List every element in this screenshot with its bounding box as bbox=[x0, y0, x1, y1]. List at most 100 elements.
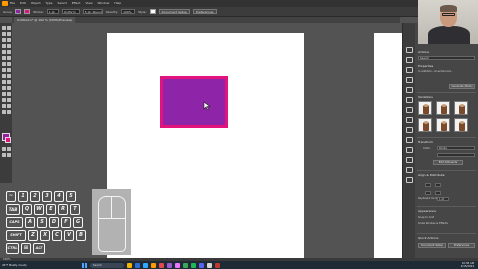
menu-view[interactable]: View bbox=[85, 0, 92, 7]
photoshop-icon[interactable] bbox=[143, 262, 148, 268]
units-dropdown[interactable]: Points bbox=[437, 146, 475, 150]
width-tool-icon[interactable] bbox=[7, 68, 11, 72]
menu-edit[interactable]: Edit bbox=[20, 0, 26, 7]
selection-tool-icon[interactable] bbox=[2, 26, 6, 30]
brushes-panel-icon[interactable] bbox=[406, 97, 413, 103]
layers-panel-icon[interactable] bbox=[406, 57, 413, 63]
spotify-icon[interactable] bbox=[191, 262, 196, 268]
free-transform-tool-icon[interactable] bbox=[2, 74, 6, 78]
system-tray-clock[interactable]: 10:38 AM 2/15/2024 bbox=[461, 262, 474, 268]
variation-thumbnail[interactable] bbox=[436, 101, 450, 115]
pencil-tool-icon[interactable] bbox=[7, 56, 11, 60]
symbols-panel-icon[interactable] bbox=[406, 107, 413, 113]
artboard-tool-icon[interactable] bbox=[7, 98, 11, 102]
fill-color-swatch[interactable] bbox=[15, 9, 22, 14]
after-effects-icon[interactable] bbox=[167, 262, 172, 268]
type-tool-icon[interactable] bbox=[2, 44, 6, 48]
opacity-field[interactable]: 100% bbox=[121, 9, 136, 14]
stroke-color-indicator[interactable] bbox=[5, 137, 11, 143]
menu-type[interactable]: Type bbox=[46, 0, 53, 7]
line-segment-tool-icon[interactable] bbox=[7, 44, 11, 48]
document-setup-panel-button[interactable]: Document Setup bbox=[418, 243, 446, 248]
file-explorer-icon[interactable] bbox=[127, 262, 132, 268]
selected-rectangle[interactable] bbox=[163, 79, 225, 125]
menu-help[interactable]: Help bbox=[114, 0, 121, 7]
variation-thumbnail[interactable] bbox=[436, 118, 450, 132]
zoom-tool-icon[interactable] bbox=[2, 110, 6, 114]
rotate-tool-icon[interactable] bbox=[7, 62, 11, 66]
stroke-panel-icon[interactable] bbox=[406, 117, 413, 123]
menu-file[interactable]: File bbox=[10, 0, 15, 7]
edit-artboards-button[interactable]: Edit Artboards bbox=[433, 160, 463, 165]
swatches-panel-icon[interactable] bbox=[406, 87, 413, 93]
symbol-sprayer-tool-icon[interactable] bbox=[7, 92, 11, 96]
menu-window[interactable]: Window bbox=[98, 0, 110, 7]
align-option[interactable] bbox=[435, 183, 441, 187]
illustrator-taskbar-icon[interactable] bbox=[151, 262, 156, 268]
app-icon[interactable] bbox=[207, 262, 212, 268]
preferences-button[interactable]: Preferences bbox=[192, 9, 217, 14]
graphic-style-swatch[interactable] bbox=[149, 9, 156, 14]
align-option[interactable] bbox=[425, 183, 431, 187]
color-mode-icon[interactable] bbox=[2, 147, 6, 151]
browser-icon[interactable] bbox=[135, 262, 140, 268]
more-tools-icon[interactable] bbox=[7, 110, 11, 114]
acrobat-icon[interactable] bbox=[159, 262, 164, 268]
perspective-grid-tool-icon[interactable] bbox=[2, 80, 6, 84]
paintbrush-tool-icon[interactable] bbox=[7, 50, 11, 54]
transparency-panel-icon[interactable] bbox=[406, 127, 413, 133]
hand-tool-icon[interactable] bbox=[7, 104, 11, 108]
variation-thumbnail[interactable] bbox=[418, 101, 432, 115]
document-tab[interactable]: Untitled-1* @ 100 % (CMYK/Preview) bbox=[14, 17, 76, 23]
menu-object[interactable]: Object bbox=[31, 0, 41, 7]
mesh-tool-icon[interactable] bbox=[7, 80, 11, 84]
preferences-panel-button[interactable]: Preferences bbox=[448, 243, 475, 248]
slice-tool-icon[interactable] bbox=[2, 104, 6, 108]
opacity-label[interactable]: Opacity: bbox=[106, 10, 118, 14]
shape-builder-tool-icon[interactable] bbox=[7, 74, 11, 78]
weather-widget[interactable]: 44°F Mostly cloudy bbox=[2, 264, 27, 267]
artboard[interactable] bbox=[107, 33, 304, 258]
recording-app-icon[interactable] bbox=[215, 262, 220, 268]
align-panel-icon[interactable] bbox=[406, 157, 413, 163]
artboard-secondary[interactable] bbox=[374, 33, 402, 258]
magic-wand-tool-icon[interactable] bbox=[2, 32, 6, 36]
color-panel-icon[interactable] bbox=[406, 77, 413, 83]
eyedropper-tool-icon[interactable] bbox=[7, 86, 11, 90]
shaper-tool-icon[interactable] bbox=[2, 56, 6, 60]
screen-mode-icon[interactable] bbox=[7, 153, 11, 157]
artboards-panel-icon[interactable] bbox=[406, 177, 413, 183]
align-option[interactable] bbox=[425, 191, 431, 195]
gradient-tool-icon[interactable] bbox=[2, 86, 6, 90]
windows-start-icon[interactable] bbox=[82, 262, 87, 268]
scale-strokes-checkbox[interactable]: Scale Strokes & Effects bbox=[418, 222, 448, 225]
appearance-panel-icon[interactable] bbox=[406, 137, 413, 143]
gradient-mode-icon[interactable] bbox=[7, 147, 11, 151]
align-option[interactable] bbox=[435, 191, 441, 195]
variation-thumbnail[interactable] bbox=[418, 118, 432, 132]
pen-tool-icon[interactable] bbox=[2, 38, 6, 42]
brush-definition-dropdown[interactable]: 5 pt. Round bbox=[82, 9, 103, 14]
direct-selection-tool-icon[interactable] bbox=[7, 26, 11, 30]
stroke-weight-field[interactable]: 1 pt bbox=[46, 9, 59, 14]
stroke-color-swatch[interactable] bbox=[24, 9, 31, 14]
variation-thumbnail[interactable] bbox=[454, 118, 468, 132]
rectangle-tool-icon[interactable] bbox=[2, 50, 6, 54]
scale-tool-icon[interactable] bbox=[2, 68, 6, 72]
menu-effect[interactable]: Effect bbox=[72, 0, 81, 7]
libraries-panel-icon[interactable] bbox=[406, 67, 413, 73]
indesign-icon[interactable] bbox=[175, 262, 180, 268]
panel-tab-label[interactable]: Actions bbox=[418, 50, 429, 54]
draw-mode-icon[interactable] bbox=[2, 153, 6, 157]
generate-button[interactable]: Generate (Beta) bbox=[449, 84, 475, 89]
blend-tool-icon[interactable] bbox=[2, 92, 6, 96]
variable-width-profile-dropdown[interactable]: Uniform bbox=[61, 9, 80, 14]
artboard-dropdown[interactable] bbox=[437, 153, 475, 157]
properties-panel-icon[interactable] bbox=[406, 47, 413, 53]
eraser-tool-icon[interactable] bbox=[2, 62, 6, 66]
curvature-tool-icon[interactable] bbox=[7, 38, 11, 42]
menu-select[interactable]: Select bbox=[58, 0, 67, 7]
lasso-tool-icon[interactable] bbox=[7, 32, 11, 36]
graphic-styles-panel-icon[interactable] bbox=[406, 147, 413, 153]
panel-search-field[interactable]: Search bbox=[418, 56, 475, 60]
